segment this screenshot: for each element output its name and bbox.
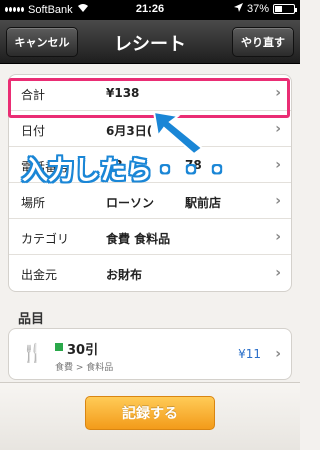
chevron-right-icon: ›: [275, 346, 281, 362]
row-place[interactable]: 場所 ローソン 駅前店 ›: [9, 183, 291, 219]
row-value: お財布: [106, 268, 143, 282]
item-name: 30引: [67, 343, 99, 358]
chevron-right-icon: ›: [275, 85, 281, 101]
category-color-icon: [55, 343, 63, 351]
row-payment-source[interactable]: 出金元 お財布 ›: [9, 255, 291, 291]
bottom-bar: 記録する: [0, 382, 300, 450]
row-label: 場所: [21, 196, 46, 210]
row-label: 合計: [21, 88, 46, 102]
location-icon: [233, 3, 243, 15]
annotation-text: 入力したら・・・: [22, 156, 231, 186]
record-button[interactable]: 記録する: [85, 396, 215, 430]
row-value-secondary: 駅前店: [185, 196, 222, 210]
chevron-right-icon: ›: [275, 157, 281, 173]
row-value: ¥138: [106, 86, 140, 100]
row-category[interactable]: カテゴリ 食費 食料品 ›: [9, 219, 291, 255]
item-price: ¥11: [238, 347, 261, 361]
row-total[interactable]: 合計 ¥138 ›: [9, 75, 291, 111]
chevron-right-icon: ›: [275, 121, 281, 137]
battery-icon: [273, 4, 297, 14]
row-value: 食費 食料品: [106, 232, 171, 246]
items-section-title: 品目: [18, 312, 45, 327]
chevron-right-icon: ›: [275, 229, 281, 245]
redo-button[interactable]: やり直す: [232, 27, 294, 57]
fork-knife-icon: 🍴: [21, 343, 44, 364]
items-group: 🍴 30引 食費 > 食料品 ¥11 ›: [8, 328, 292, 380]
row-label: 日付: [21, 124, 46, 138]
chevron-right-icon: ›: [275, 265, 281, 281]
status-bar: SoftBank 21:26 37%: [0, 0, 300, 20]
row-value: ローソン: [106, 196, 155, 210]
list-item[interactable]: 🍴 30引 食費 > 食料品 ¥11 ›: [9, 329, 291, 379]
row-label: 出金元: [21, 268, 58, 282]
row-value: 6月3日(: [106, 124, 153, 138]
chevron-right-icon: ›: [275, 193, 281, 209]
row-label: カテゴリ: [21, 232, 70, 246]
battery-label: 37%: [246, 3, 269, 15]
nav-bar: キャンセル レシート やり直す: [0, 20, 300, 64]
item-category: 食費 > 食料品: [55, 363, 114, 373]
